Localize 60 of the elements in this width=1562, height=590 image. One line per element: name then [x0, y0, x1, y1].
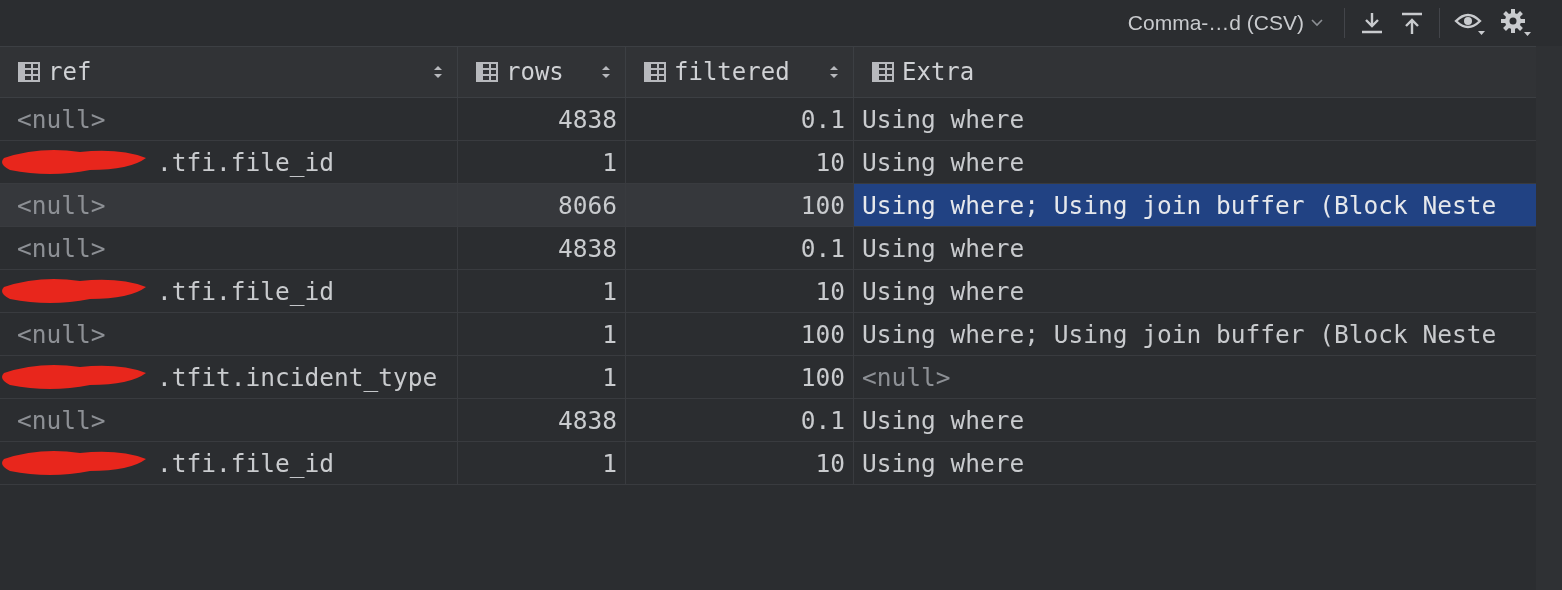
column-header[interactable]: ref — [0, 47, 458, 97]
table-row[interactable]: <null> 4838 0.1 Using where — [0, 399, 1536, 442]
sort-icon[interactable] — [829, 64, 839, 80]
table-cell: <null> — [17, 405, 106, 435]
table-cell: 1 — [602, 362, 617, 392]
table-cell: 4838 — [558, 233, 617, 263]
table-cell: 10 — [815, 276, 845, 306]
table-row[interactable]: .tfi.file_id 1 10 Using where — [0, 270, 1536, 313]
table-cell: 100 — [800, 319, 845, 349]
table-row[interactable]: <null> 8066 100 Using where; Using join buffer (Block Neste — [0, 184, 1536, 227]
settings-icon[interactable] — [1500, 8, 1532, 38]
column-header[interactable]: Extra — [854, 47, 1536, 97]
table-cell: 4838 — [558, 104, 617, 134]
column-header[interactable]: rows — [458, 47, 626, 97]
table-cell: .tfi.file_id — [157, 276, 334, 306]
table-cell: Using where — [862, 233, 1025, 263]
sort-icon[interactable] — [433, 64, 443, 80]
table-cell: <null> — [17, 233, 106, 263]
table-cell: Using where; Using join buffer (Block Neste — [862, 190, 1497, 220]
table-cell: 0.1 — [800, 405, 845, 435]
table-cell: 1 — [602, 448, 617, 478]
upload-icon[interactable] — [1399, 10, 1425, 36]
table-cell: 8066 — [558, 190, 617, 220]
format-dropdown[interactable]: Comma-…d (CSV) — [1121, 11, 1330, 35]
table-cell: Using where — [862, 448, 1025, 478]
table-cell: Using where — [862, 104, 1025, 134]
table-cell: <null> — [17, 190, 106, 220]
table-row[interactable]: .tfit.incident_type 1 100 <null> — [0, 356, 1536, 399]
table-row[interactable]: .tfi.file_id 1 10 Using where — [0, 442, 1536, 485]
table-cell: .tfit.incident_type — [157, 362, 438, 392]
table-icon — [872, 62, 894, 82]
table-row[interactable]: <null> 1 100 Using where; Using join buffer (Block Neste — [0, 313, 1536, 356]
table-icon — [644, 62, 666, 82]
table-cell: 0.1 — [800, 104, 845, 134]
table-cell: 0.1 — [800, 233, 845, 263]
caret-icon[interactable] — [1310, 18, 1324, 28]
table-cell: 100 — [800, 190, 845, 220]
table-cell: Using where — [862, 405, 1025, 435]
table-cell: 10 — [815, 448, 845, 478]
table-cell: .tfi.file_id — [157, 448, 334, 478]
table-cell: Using where; Using join buffer (Block Neste — [862, 319, 1497, 349]
table-cell: 100 — [800, 362, 845, 392]
table-row[interactable]: <null> 4838 0.1 Using where — [0, 98, 1536, 141]
column-header[interactable]: filtered — [626, 47, 854, 97]
table-cell: .tfi.file_id — [157, 147, 334, 177]
table-cell: <null> — [862, 362, 951, 392]
table-cell: <null> — [17, 104, 106, 134]
sort-icon[interactable] — [601, 64, 611, 80]
table-cell: 1 — [602, 276, 617, 306]
table-cell: Using where — [862, 147, 1025, 177]
table-cell: 1 — [602, 319, 617, 349]
download-icon[interactable] — [1359, 10, 1385, 36]
table-icon — [476, 62, 498, 82]
table-icon — [18, 62, 40, 82]
table-cell: Using where — [862, 276, 1025, 306]
table-cell: <null> — [17, 319, 106, 349]
table-cell: 10 — [815, 147, 845, 177]
table-cell: 1 — [602, 147, 617, 177]
table-cell: 4838 — [558, 405, 617, 435]
table-row[interactable]: <null> 4838 0.1 Using where — [0, 227, 1536, 270]
